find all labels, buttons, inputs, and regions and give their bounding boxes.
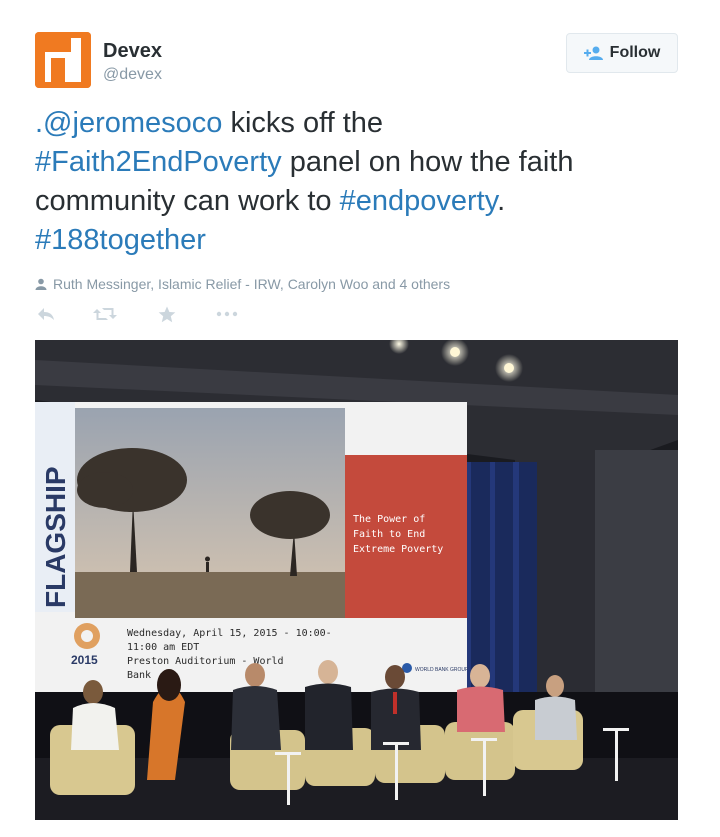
reply-icon[interactable] [37,306,55,327]
tweet-text: .@jeromesoco kicks off the #Faith2EndPov… [35,104,685,260]
hashtag-link[interactable]: #endpoverty [340,185,497,217]
person-icon [35,278,47,290]
devex-logo-icon [35,32,91,88]
user-handle[interactable]: @devex [103,66,162,84]
hashtag-link[interactable]: #188together [35,224,206,256]
avatar[interactable] [35,32,91,88]
slide-info-line: Bank [127,670,151,681]
tweet-text-part: kicks off the [222,107,384,139]
slide-brand-badge: WORLD BANK GROUP [415,667,469,673]
tweet-text-part: . [497,185,506,217]
panel-photo: FLAGSHIP The Power of Faith to End Extre… [35,340,678,820]
social-proof: Ruth Messinger, Islamic Relief - IRW, Ca… [35,276,450,292]
slide-title-line: Faith to End [353,529,425,540]
hashtag-link[interactable]: #Faith2EndPoverty [35,146,282,178]
social-proof-text[interactable]: Ruth Messinger, Islamic Relief - IRW, Ca… [53,276,450,292]
add-user-icon [583,46,603,60]
favorite-icon[interactable] [158,306,176,328]
slide-title-line: The Power of [353,514,425,525]
slide-title-line: Extreme Poverty [353,544,443,555]
slide-info-line: 11:00 am EDT [127,642,199,653]
retweet-icon[interactable] [93,306,117,327]
more-icon[interactable] [216,306,238,327]
display-name[interactable]: Devex [103,40,162,63]
follow-label: Follow [609,44,661,61]
follow-button[interactable]: Follow [566,33,678,73]
slide-info-line: Wednesday, April 15, 2015 - 10:00- [127,628,332,639]
slide-year-badge: 2015 [71,653,98,667]
slide-vertical-label: FLAGSHIP [40,466,71,608]
tweet-photo[interactable]: FLAGSHIP The Power of Faith to End Extre… [35,340,678,820]
mention-link[interactable]: .@jeromesoco [35,107,222,139]
